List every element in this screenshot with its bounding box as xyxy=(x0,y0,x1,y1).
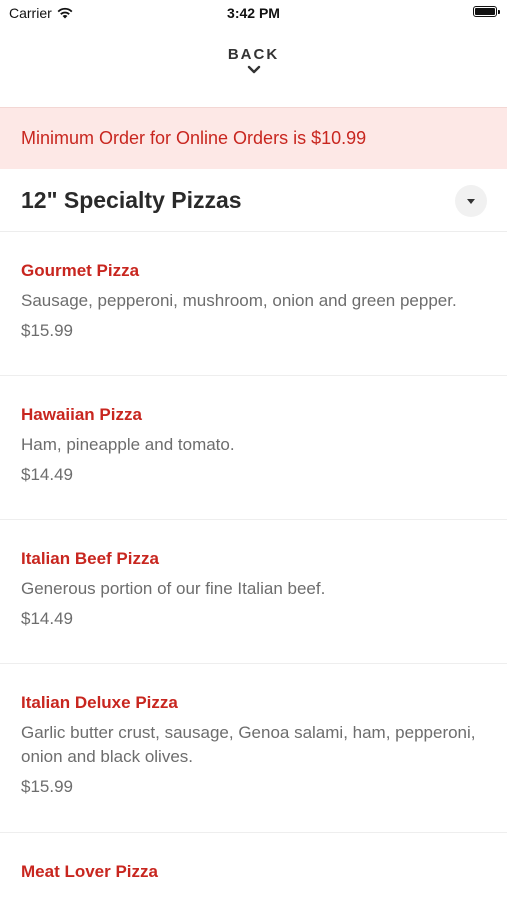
caret-down-icon xyxy=(467,198,475,204)
menu-item-description: Garlic butter crust, sausage, Genoa sala… xyxy=(21,723,476,766)
status-time: 3:42 PM xyxy=(227,5,280,21)
menu-item-name: Italian Deluxe Pizza xyxy=(21,693,178,712)
menu-item-name: Hawaiian Pizza xyxy=(21,405,142,424)
menu-item-description: Ham, pineapple and tomato. xyxy=(21,435,235,454)
menu-item[interactable]: Hawaiian Pizza Ham, pineapple and tomato… xyxy=(0,376,507,520)
menu-item-price: $14.49 xyxy=(21,465,73,484)
menu-item-price: $15.99 xyxy=(21,321,73,340)
menu-item-list: Gourmet Pizza Sausage, pepperoni, mushro… xyxy=(0,232,507,913)
menu-item[interactable]: Gourmet Pizza Sausage, pepperoni, mushro… xyxy=(0,232,507,376)
notice-text: Minimum Order for Online Orders is $10.9… xyxy=(21,128,367,148)
menu-item-name: Italian Beef Pizza xyxy=(21,549,159,568)
menu-item-price: $15.99 xyxy=(21,777,73,796)
back-button[interactable]: BACK xyxy=(0,46,507,75)
battery-icon xyxy=(473,6,500,17)
menu-item-price: $14.49 xyxy=(21,609,73,628)
back-label: BACK xyxy=(227,46,280,63)
menu-item[interactable]: Meat Lover Pizza xyxy=(0,833,507,913)
category-dropdown-button[interactable] xyxy=(455,185,487,217)
category-header[interactable]: 12" Specialty Pizzas xyxy=(0,169,507,232)
menu-item[interactable]: Italian Deluxe Pizza Garlic butter crust… xyxy=(0,664,507,833)
menu-item[interactable]: Italian Beef Pizza Generous portion of o… xyxy=(0,520,507,664)
menu-item-name: Gourmet Pizza xyxy=(21,261,140,280)
chevron-down-icon xyxy=(247,65,260,74)
category-title: 12" Specialty Pizzas xyxy=(21,187,242,213)
menu-item-description: Sausage, pepperoni, mushroom, onion and … xyxy=(21,291,457,310)
status-bar: Carrier 3:42 PM xyxy=(0,0,507,28)
minimum-order-notice: Minimum Order for Online Orders is $10.9… xyxy=(0,107,507,170)
menu-item-name: Meat Lover Pizza xyxy=(21,862,158,881)
menu-item-description: Generous portion of our fine Italian bee… xyxy=(21,579,326,598)
